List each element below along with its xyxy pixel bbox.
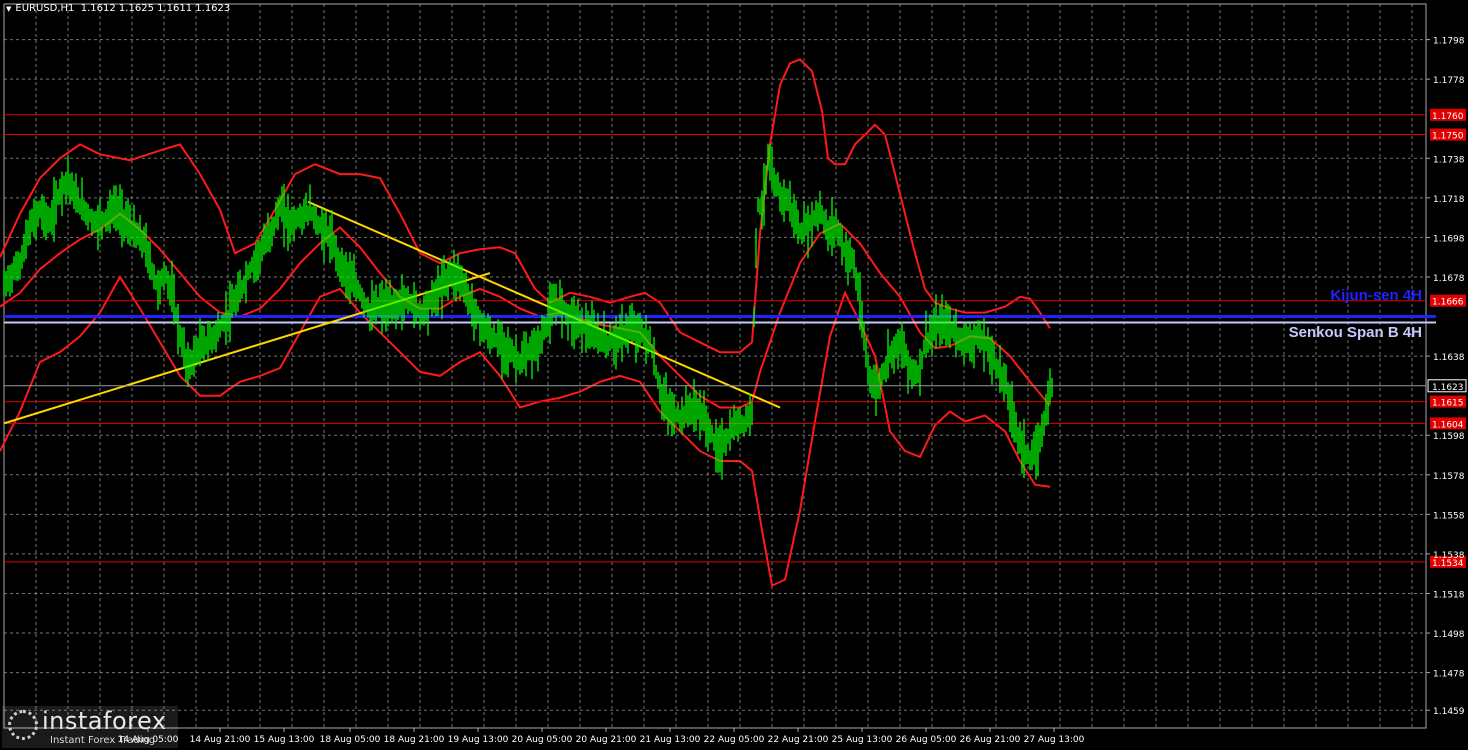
- y-tick-label: 1.1798: [1433, 37, 1465, 47]
- level-label: 1.1615: [1432, 399, 1464, 409]
- x-tick-label: 21 Aug 13:00: [640, 735, 701, 745]
- price-chart[interactable]: Kijun-sen 4H Senkou Span B 4H 1.1760 1.175…: [0, 0, 1468, 750]
- ohlc-label: 1.1612 1.1625 1.1611 1.1623: [80, 3, 231, 14]
- y-tick-label: 1.1698: [1433, 234, 1465, 244]
- y-tick-label: 1.1459: [1433, 707, 1465, 717]
- y-tick-label: 1.1578: [1433, 472, 1465, 482]
- level-label: 1.1750: [1432, 132, 1464, 142]
- logo-tagline: Instant Forex Trading: [50, 735, 156, 746]
- level-label: 1.1760: [1432, 112, 1464, 122]
- y-tick-label: 1.1778: [1433, 76, 1465, 86]
- x-tick-label: 26 Aug 21:00: [960, 735, 1021, 745]
- x-tick-label: 20 Aug 05:00: [512, 735, 573, 745]
- instaforex-logo: instaforex Instant Forex Trading: [2, 706, 178, 748]
- y-tick-label: 1.1638: [1433, 353, 1465, 363]
- y-tick-label: 1.1598: [1433, 432, 1465, 442]
- x-tick-label: 26 Aug 05:00: [896, 735, 957, 745]
- level-label: 1.1604: [1432, 420, 1464, 430]
- y-tick-label: 1.1498: [1433, 630, 1465, 640]
- symbol-header: ▼ EURUSD,H1 1.1612 1.1625 1.1611 1.1623: [6, 3, 230, 14]
- x-tick-label: 25 Aug 13:00: [832, 735, 893, 745]
- kijun-sen-label: Kijun-sen 4H: [1330, 287, 1422, 304]
- chart-background: [0, 0, 1468, 750]
- x-tick-label: 22 Aug 05:00: [704, 735, 765, 745]
- y-tick-label: 1.1738: [1433, 155, 1465, 165]
- x-tick-label: 22 Aug 21:00: [768, 735, 829, 745]
- x-tick-label: 18 Aug 21:00: [384, 735, 445, 745]
- globe-icon: [8, 710, 38, 740]
- symbol-label: EURUSD,H1: [15, 3, 75, 14]
- y-tick-label: 1.1478: [1433, 670, 1465, 680]
- y-tick-label: 1.1518: [1433, 590, 1465, 600]
- x-tick-label: 27 Aug 13:00: [1024, 735, 1085, 745]
- y-tick-label: 1.1558: [1433, 511, 1465, 521]
- logo-brand: instaforex: [42, 707, 167, 735]
- senkou-span-b-label: Senkou Span B 4H: [1289, 324, 1422, 341]
- x-tick-label: 15 Aug 13:00: [254, 735, 315, 745]
- y-tick-label: 1.1538: [1433, 551, 1465, 561]
- x-tick-label: 20 Aug 21:00: [576, 735, 637, 745]
- y-tick-label: 1.1678: [1433, 274, 1465, 284]
- triangle-icon[interactable]: ▼: [6, 5, 11, 13]
- current-price-label: 1.1623: [1432, 383, 1464, 393]
- level-label: 1.1666: [1432, 298, 1464, 308]
- x-tick-label: 18 Aug 05:00: [320, 735, 381, 745]
- x-tick-label: 19 Aug 13:00: [448, 735, 509, 745]
- x-tick-label: 14 Aug 21:00: [190, 735, 251, 745]
- y-tick-label: 1.1718: [1433, 195, 1465, 205]
